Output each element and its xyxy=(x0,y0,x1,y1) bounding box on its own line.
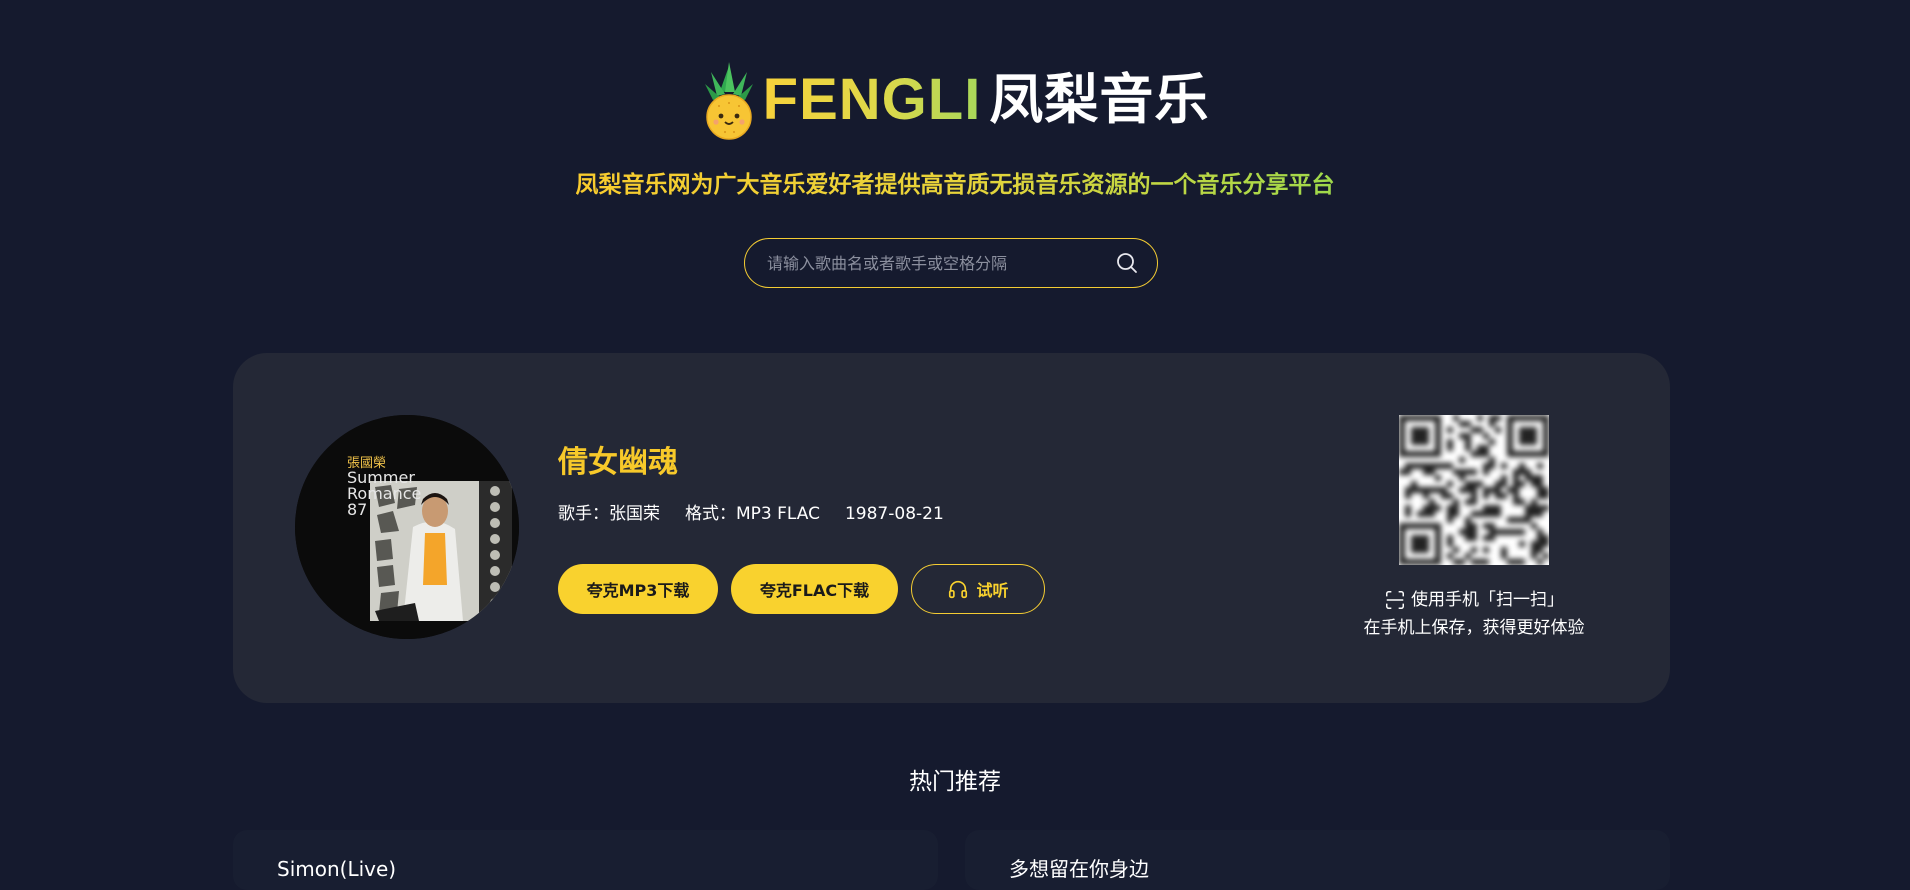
recommend-item-title: 多想留在你身边 xyxy=(1009,857,1149,881)
qr-caption-line1: 使用手机「扫一扫」 xyxy=(1411,590,1564,610)
song-meta: 歌手：张国荣 格式：MP3 FLAC 1987-08-21 xyxy=(558,501,969,527)
cover-title-line3: 87 xyxy=(347,500,367,519)
qr-caption-line2: 在手机上保存，获得更好体验 xyxy=(1363,618,1585,638)
album-cover: 張國榮 Summer Romance 87 xyxy=(295,415,519,639)
brand-name-en: FENGLI xyxy=(763,60,982,140)
scan-icon xyxy=(1386,591,1404,609)
search-input[interactable] xyxy=(765,252,1115,274)
recommend-item[interactable]: 多想留在你身边 xyxy=(965,830,1670,890)
headphone-icon xyxy=(949,580,968,599)
song-release-date: 1987-08-21 xyxy=(844,504,944,524)
recommend-item-title: Simon(Live) xyxy=(277,857,397,881)
tagline-text: 凤梨音乐网为广大音乐爱好者提供高音质无损音乐资源的一个音乐分享平台 xyxy=(575,172,1335,198)
site-tagline: 凤梨音乐网为广大音乐爱好者提供高音质无损音乐资源的一个音乐分享平台 xyxy=(0,168,1910,202)
pineapple-icon xyxy=(704,62,753,140)
site-logo-text[interactable]: FENGLI 凤梨音乐 xyxy=(763,60,1210,140)
hot-recommend-title: 热门推荐 xyxy=(909,769,1001,795)
site-header: FENGLI 凤梨音乐 xyxy=(0,60,1910,140)
song-title: 倩女幽魂 xyxy=(558,445,678,480)
listen-button[interactable]: 试听 xyxy=(911,564,1045,614)
song-detail-card: 張國榮 Summer Romance 87 倩女幽魂 歌手：张国荣 格式：MP3… xyxy=(233,353,1670,703)
search-box xyxy=(744,238,1158,288)
song-singer: 歌手：张国荣 xyxy=(558,504,660,524)
recommend-item[interactable]: Simon(Live) xyxy=(233,830,938,890)
download-flac-button[interactable]: 夸克FLAC下载 xyxy=(731,564,898,614)
search-icon[interactable] xyxy=(1115,251,1139,275)
song-format: 格式：MP3 FLAC xyxy=(685,504,820,524)
listen-button-label: 试听 xyxy=(976,581,1009,600)
qr-caption: 使用手机「扫一扫」 在手机上保存，获得更好体验 xyxy=(1324,586,1624,642)
download-mp3-button[interactable]: 夸克MP3下载 xyxy=(558,564,718,614)
qr-code xyxy=(1399,415,1549,565)
song-actions: 夸克MP3下载 夸克FLAC下载 试听 xyxy=(558,564,1058,614)
brand-name-cn: 凤梨音乐 xyxy=(989,68,1210,131)
